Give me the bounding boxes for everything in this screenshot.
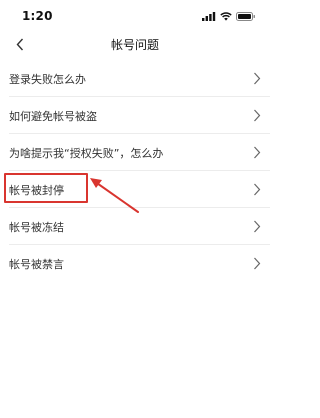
battery-icon: [236, 11, 255, 21]
list-item-login-failed[interactable]: 登录失败怎么办: [0, 60, 270, 97]
status-bar: 1:20: [0, 0, 270, 30]
list-item-label: 如何避免帐号被盗: [9, 110, 97, 123]
chevron-right-icon: [254, 183, 261, 196]
list-item-account-muted[interactable]: 帐号被禁言: [0, 245, 270, 282]
status-time: 1:20: [22, 9, 53, 23]
cellular-signal-icon: [202, 11, 216, 21]
list-item-avoid-theft[interactable]: 如何避免帐号被盗: [0, 97, 270, 134]
navigation-bar: 帐号问题: [0, 30, 270, 58]
list-item-label: 为啥提示我“授权失败”，怎么办: [9, 147, 164, 160]
chevron-right-icon: [254, 72, 261, 85]
help-topic-list: 登录失败怎么办 如何避免帐号被盗 为啥提示我“授权失败”，怎么办 帐号被封停 帐…: [0, 60, 270, 282]
highlight-box: [4, 173, 88, 203]
list-item-label: 帐号被禁言: [9, 258, 64, 271]
chevron-right-icon: [254, 220, 261, 233]
list-item-label: 帐号被冻结: [9, 221, 64, 234]
page-title: 帐号问题: [110, 38, 159, 52]
wifi-icon: [220, 11, 232, 21]
chevron-right-icon: [254, 109, 261, 122]
list-item-label: 登录失败怎么办: [9, 73, 86, 86]
back-button[interactable]: [8, 32, 32, 56]
list-item-auth-failed[interactable]: 为啥提示我“授权失败”，怎么办: [0, 134, 270, 171]
annotation-arrow-icon: [90, 178, 139, 213]
status-icons: [202, 11, 256, 21]
chevron-right-icon: [254, 257, 261, 270]
chevron-left-icon: [16, 38, 24, 50]
chevron-right-icon: [254, 146, 261, 159]
